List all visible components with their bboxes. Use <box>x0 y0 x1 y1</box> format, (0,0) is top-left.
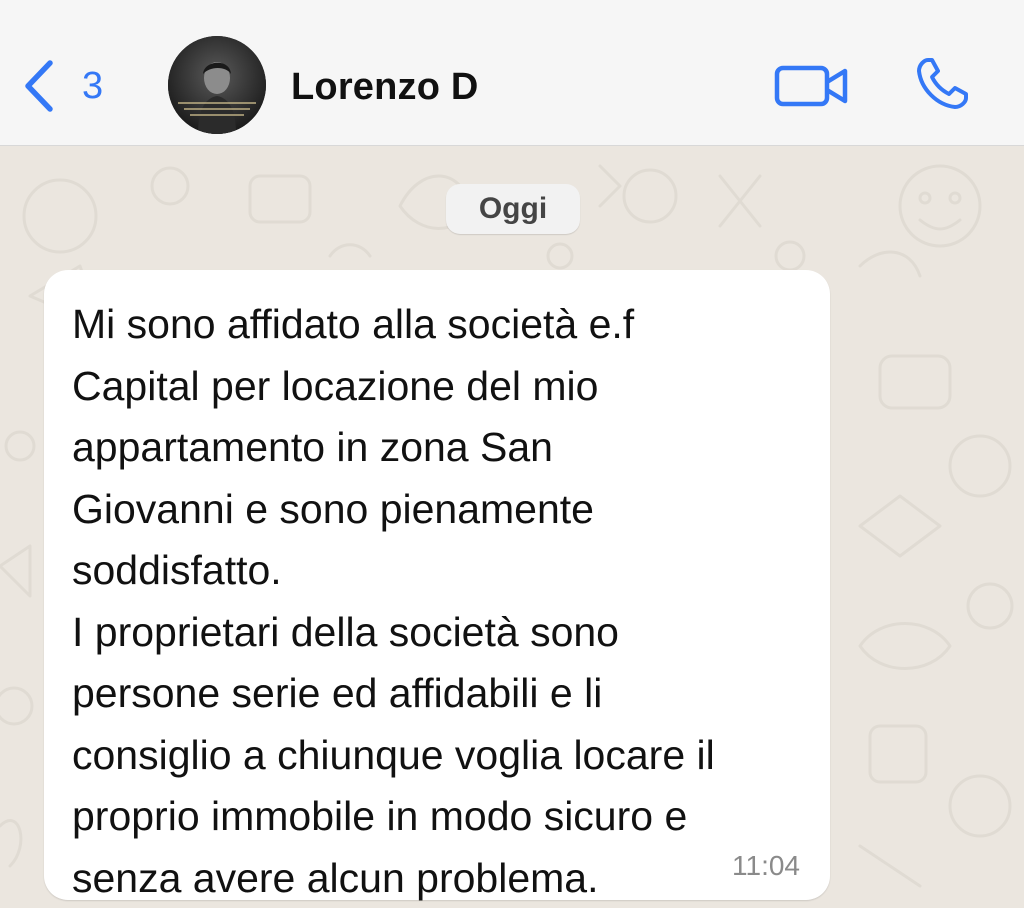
chat-header: 3 Lorenzo D <box>0 0 1024 146</box>
date-separator: Oggi <box>446 184 580 234</box>
avatar[interactable] <box>168 36 266 134</box>
message-timestamp: 11:04 <box>732 850 800 881</box>
contact-name[interactable]: Lorenzo D <box>291 62 479 112</box>
message-bubble[interactable]: Mi sono affidato alla società e.f Capita… <box>44 270 830 901</box>
phone-icon[interactable] <box>912 54 972 114</box>
message-text: Mi sono affidato alla società e.f Capita… <box>72 301 715 901</box>
chat-area[interactable]: Oggi Mi sono affidato alla società e.f C… <box>0 146 1024 908</box>
unread-count: 3 <box>82 65 104 107</box>
video-camera-icon[interactable] <box>774 60 850 110</box>
back-button[interactable]: 3 <box>22 58 103 114</box>
chevron-left-icon <box>25 60 53 112</box>
